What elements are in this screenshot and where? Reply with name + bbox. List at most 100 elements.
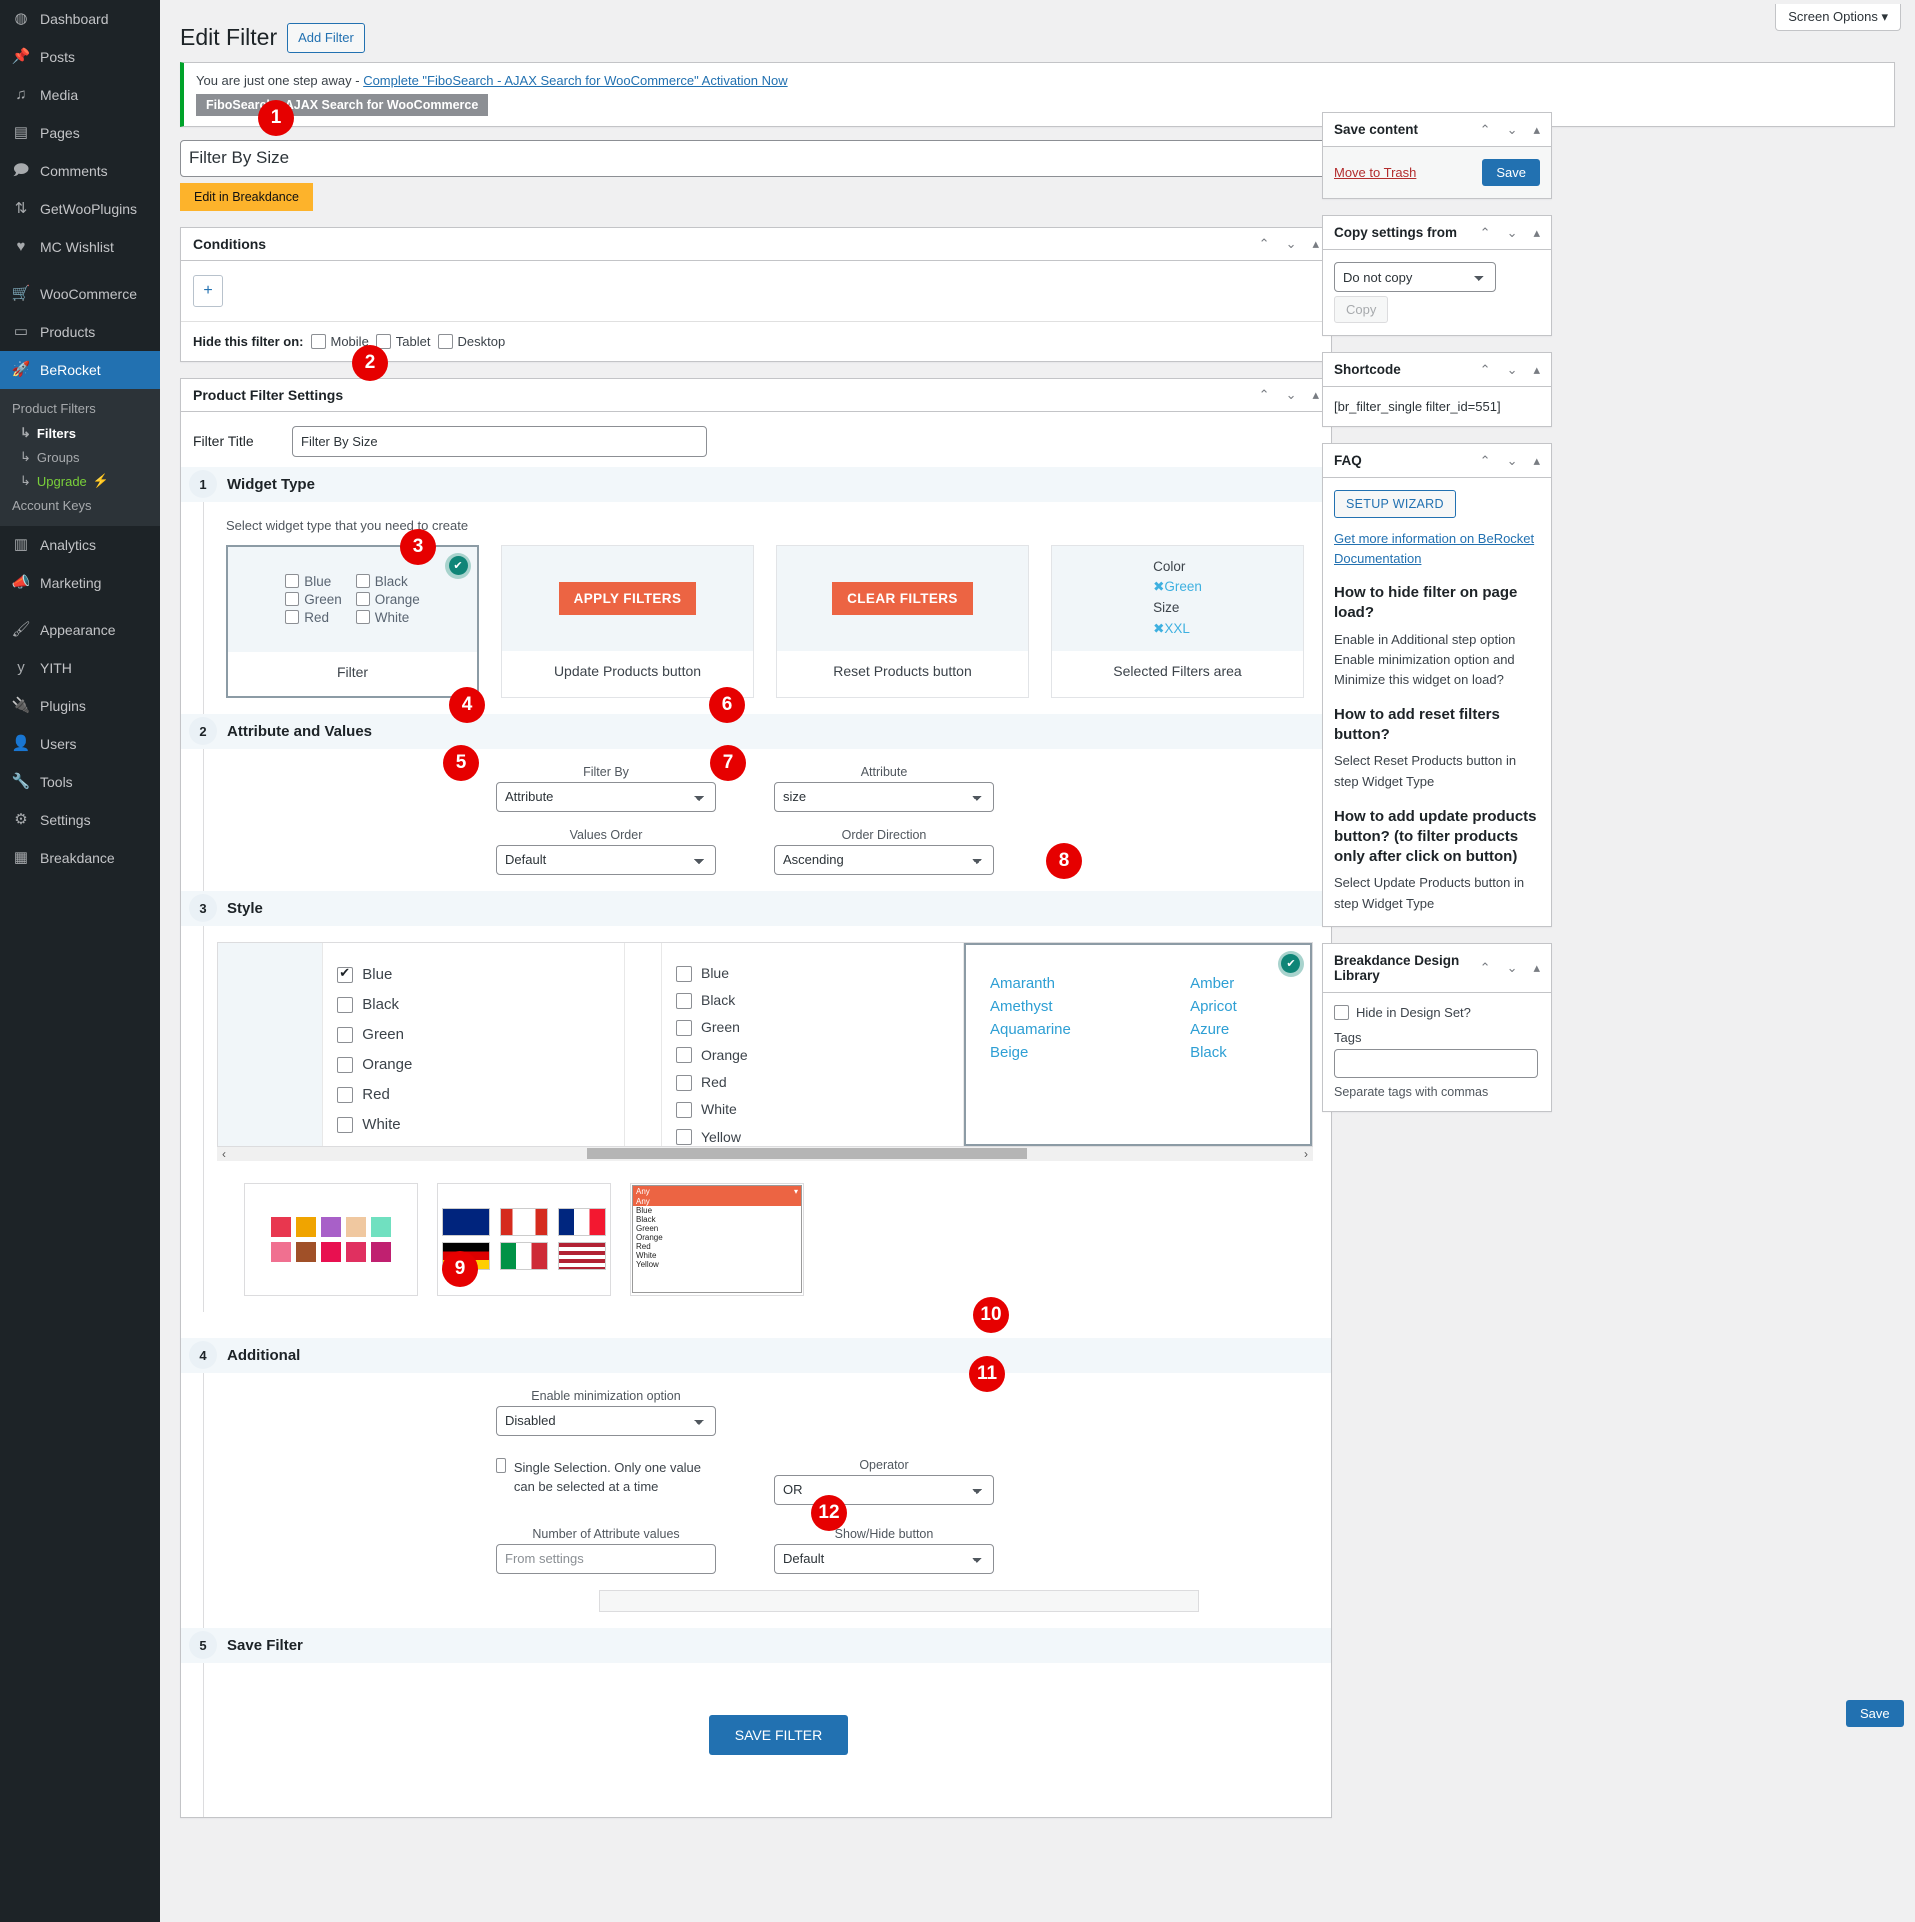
setup-wizard-button[interactable]: SETUP WIZARD bbox=[1334, 490, 1456, 518]
floating-save-button[interactable]: Save bbox=[1846, 1700, 1904, 1727]
documentation-link[interactable]: Get more information on BeRocket Documen… bbox=[1334, 529, 1540, 568]
sidebar-item-filters[interactable]: ↳ Filters bbox=[0, 421, 160, 445]
sidebar-item-berocket[interactable]: 🚀 BeRocket bbox=[0, 351, 160, 389]
sidebar-item-products[interactable]: ▭ Products bbox=[0, 313, 160, 351]
hide-on-mobile-checkbox[interactable] bbox=[310, 333, 326, 349]
color-link[interactable]: Beige bbox=[990, 1044, 1120, 1061]
filter-name-input[interactable] bbox=[180, 139, 1332, 177]
sidebar-item-getwooplugins[interactable]: ⇅ GetWooPlugins bbox=[0, 190, 160, 228]
widget-type-card-reset-products[interactable]: CLEAR FILTERS Reset Products button bbox=[776, 544, 1029, 698]
sidebar-item-mc-wishlist[interactable]: ♥ MC Wishlist bbox=[0, 228, 160, 266]
hide-in-design-set-row[interactable]: Hide in Design Set? bbox=[1334, 1004, 1540, 1020]
sidebar-item-tools[interactable]: 🔧 Tools bbox=[0, 763, 160, 801]
sidebar-item-posts[interactable]: 📌 Posts bbox=[0, 38, 160, 76]
tags-input[interactable] bbox=[1334, 1048, 1538, 1078]
caret-up-icon[interactable]: ▴ bbox=[1533, 226, 1540, 239]
color-link[interactable]: Amaranth bbox=[990, 975, 1120, 992]
save-button[interactable]: Save bbox=[1482, 159, 1540, 186]
widget-type-card-update-products[interactable]: APPLY FILTERS Update Products button bbox=[501, 544, 754, 698]
add-filter-button[interactable]: Add Filter bbox=[287, 23, 365, 53]
style-card-checkbox-list-checked[interactable]: Blue Black Green Orange Red White Yellow bbox=[323, 942, 626, 1146]
caret-up-icon[interactable]: ▴ bbox=[1312, 388, 1319, 401]
sidebar-item-upgrade[interactable]: ↳ Upgrade ⚡ bbox=[0, 469, 160, 493]
hide-in-design-set-checkbox[interactable] bbox=[1334, 1004, 1349, 1020]
chevron-down-icon[interactable]: ⌄ bbox=[1507, 226, 1518, 239]
chevron-up-icon[interactable]: ⌃ bbox=[1259, 237, 1270, 250]
attribute-select[interactable]: size bbox=[774, 781, 994, 812]
chevron-down-icon[interactable]: ⌄ bbox=[1286, 388, 1297, 401]
filter-by-select[interactable]: Attribute bbox=[496, 781, 716, 812]
chevron-up-icon[interactable]: ⌃ bbox=[1480, 961, 1491, 974]
operator-select[interactable]: OR bbox=[774, 1474, 994, 1505]
sidebar-item-breakdance[interactable]: ▦ Breakdance bbox=[0, 839, 160, 877]
chevron-up-icon[interactable]: ⌃ bbox=[1480, 363, 1491, 376]
sidebar-item-pages[interactable]: ▤ Pages bbox=[0, 114, 160, 152]
sidebar-item-yith[interactable]: y YITH bbox=[0, 649, 160, 687]
single-selection-row[interactable]: Single Selection. Only one value can be … bbox=[496, 1457, 716, 1505]
values-order-select[interactable]: Default bbox=[496, 844, 716, 875]
style-card-color-links[interactable]: ✔ Amaranth Amber Amethyst Apricot Aquama… bbox=[963, 942, 1312, 1146]
chevron-up-icon[interactable]: ⌃ bbox=[1480, 123, 1491, 136]
shortcode-value[interactable]: [br_filter_single filter_id=551] bbox=[1334, 399, 1501, 414]
notice-link[interactable]: Complete "FiboSearch - AJAX Search for W… bbox=[363, 73, 787, 88]
single-selection-checkbox[interactable] bbox=[496, 1457, 506, 1473]
color-link[interactable]: Apricot bbox=[1190, 998, 1286, 1015]
widget-type-card-selected-filters[interactable]: Color ✖Green Size ✖XXL Selected Filters … bbox=[1051, 544, 1304, 698]
add-condition-button[interactable]: + bbox=[193, 274, 223, 307]
sidebar-item-woocommerce[interactable]: 🛒 WooCommerce bbox=[0, 275, 160, 313]
chevron-right-icon[interactable]: › bbox=[1299, 1147, 1313, 1161]
sidebar-item-settings[interactable]: ⚙ Settings bbox=[0, 801, 160, 839]
chevron-up-icon[interactable]: ⌃ bbox=[1259, 388, 1270, 401]
color-link[interactable]: Aquamarine bbox=[990, 1021, 1120, 1038]
chevron-up-icon[interactable]: ⌃ bbox=[1480, 454, 1491, 467]
edit-in-breakdance-button[interactable]: Edit in Breakdance bbox=[180, 182, 313, 211]
caret-up-icon[interactable]: ▴ bbox=[1533, 123, 1540, 136]
hide-on-tablet-checkbox-wrap[interactable]: Tablet bbox=[375, 333, 431, 349]
screen-options-toggle[interactable]: Screen Options ▾ bbox=[1775, 4, 1901, 31]
color-link[interactable]: Black bbox=[1190, 1044, 1286, 1061]
sidebar-item-media[interactable]: ♫ Media bbox=[0, 76, 160, 114]
sidebar-item-marketing[interactable]: 📣 Marketing bbox=[0, 564, 160, 602]
chevron-down-icon[interactable]: ⌄ bbox=[1507, 363, 1518, 376]
hide-on-desktop-checkbox[interactable] bbox=[437, 333, 453, 349]
showhide-select[interactable]: Default bbox=[774, 1543, 994, 1574]
caret-up-icon[interactable]: ▴ bbox=[1312, 237, 1319, 250]
step-2-body: Filter By Attribute Values Order Default… bbox=[203, 748, 1331, 891]
chevron-left-icon[interactable]: ‹ bbox=[217, 1147, 231, 1161]
minimization-select[interactable]: Disabled bbox=[496, 1405, 716, 1436]
caret-up-icon[interactable]: ▴ bbox=[1533, 961, 1540, 974]
move-to-trash-link[interactable]: Move to Trash bbox=[1334, 165, 1416, 180]
sidebar-item-analytics[interactable]: ▥ Analytics bbox=[0, 526, 160, 564]
caret-up-icon[interactable]: ▴ bbox=[1533, 454, 1540, 467]
style-card-partial-left[interactable] bbox=[218, 942, 324, 1146]
sidebar-item-appearance[interactable]: 🖌 Appearance bbox=[0, 611, 160, 649]
chevron-down-icon[interactable]: ⌄ bbox=[1507, 961, 1518, 974]
num-attr-input[interactable] bbox=[496, 1543, 716, 1574]
hide-on-desktop-checkbox-wrap[interactable]: Desktop bbox=[437, 333, 505, 349]
preview-cb: White bbox=[355, 610, 420, 625]
sidebar-item-groups[interactable]: ↳ Groups bbox=[0, 445, 160, 469]
chevron-down-icon[interactable]: ⌄ bbox=[1286, 237, 1297, 250]
filter-title-input[interactable] bbox=[292, 425, 707, 457]
chevron-down-icon[interactable]: ⌄ bbox=[1507, 123, 1518, 136]
order-direction-select[interactable]: Ascending bbox=[774, 844, 994, 875]
style-card-dropdown[interactable]: Any ▾ Any Blue Black Green Orange Red Wh… bbox=[630, 1182, 804, 1296]
sidebar-item-dashboard[interactable]: ◍ Dashboard bbox=[0, 0, 160, 38]
style-card-color-swatches[interactable] bbox=[244, 1182, 418, 1296]
style-horizontal-scrollbar[interactable]: ‹ › bbox=[217, 1146, 1313, 1161]
color-link[interactable]: Amethyst bbox=[990, 998, 1120, 1015]
widget-type-card-filter[interactable]: ✔ Blue Black Green Orange Red White Filt… bbox=[226, 544, 479, 698]
scrollbar-thumb[interactable] bbox=[587, 1147, 1027, 1159]
save-filter-button[interactable]: SAVE FILTER bbox=[708, 1714, 849, 1755]
copy-settings-select[interactable]: Do not copy bbox=[1334, 262, 1496, 292]
color-link[interactable]: Azure bbox=[1190, 1021, 1286, 1038]
sidebar-item-users[interactable]: 👤 Users bbox=[0, 725, 160, 763]
caret-up-icon[interactable]: ▴ bbox=[1533, 363, 1540, 376]
copy-button[interactable]: Copy bbox=[1334, 296, 1389, 323]
sidebar-item-comments[interactable]: 🗩 Comments bbox=[0, 152, 160, 190]
chevron-up-icon[interactable]: ⌃ bbox=[1480, 226, 1491, 239]
color-link[interactable]: Amber bbox=[1190, 975, 1286, 992]
chevron-down-icon[interactable]: ⌄ bbox=[1507, 454, 1518, 467]
style-card-checkbox-list-plain[interactable]: Blue Black Green Orange Red White Yellow bbox=[662, 942, 964, 1146]
sidebar-item-plugins[interactable]: 🔌 Plugins bbox=[0, 687, 160, 725]
